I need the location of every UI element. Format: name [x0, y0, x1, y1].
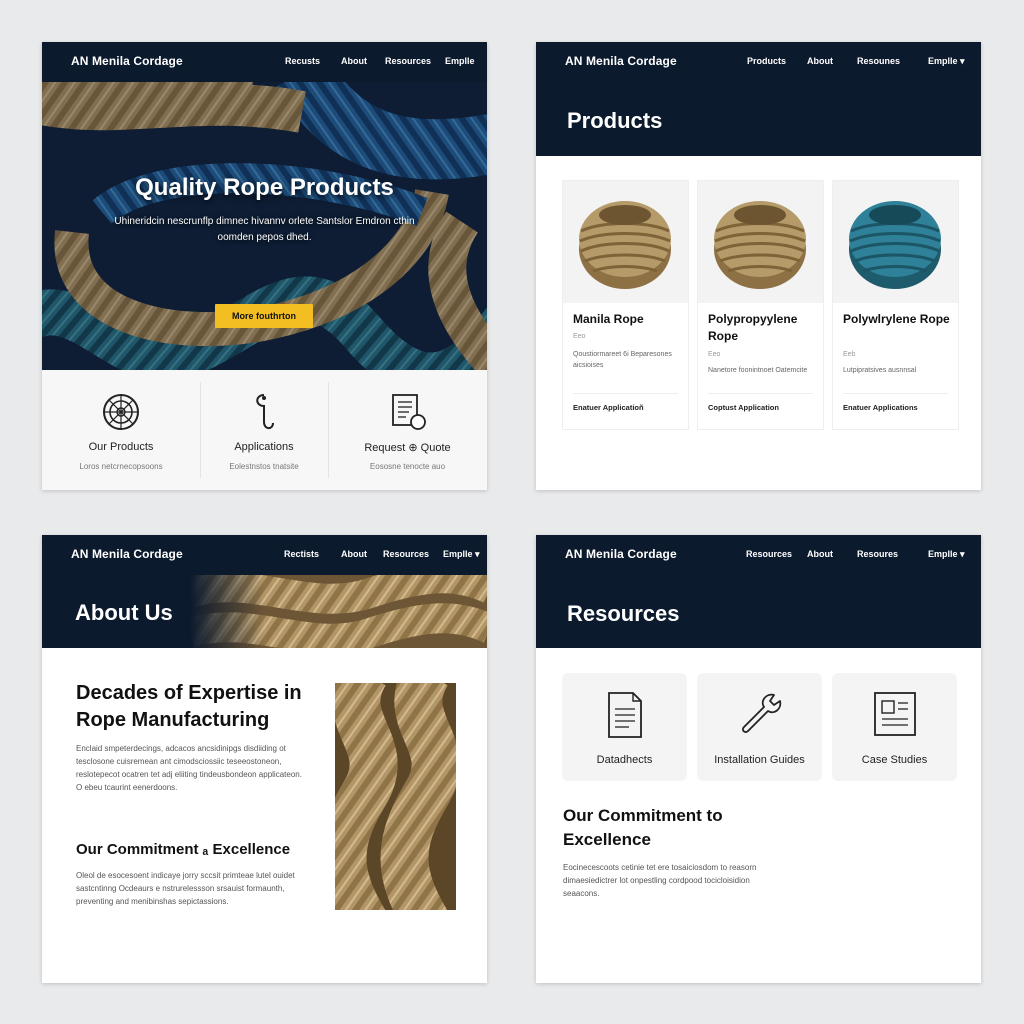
product-link[interactable]: Enatuer Applicatioñ — [573, 403, 644, 412]
feature-applications[interactable]: Applications Eolestnstos tnatsite — [200, 370, 328, 490]
document-icon — [388, 392, 428, 437]
product-description: Lutpipratsives ausnnsal — [843, 367, 917, 374]
top-nav: AN Menila Cordage Rectists About Resourc… — [42, 535, 487, 575]
brand-logo[interactable]: AN Menila Cordage — [565, 54, 677, 68]
resource-card-installation[interactable]: Installation Guides — [697, 673, 822, 781]
product-card-polypropylene[interactable]: Polypropyylene Rope Eeo Nanetore foonint… — [697, 180, 824, 430]
nav-link-products[interactable]: Resources — [746, 549, 792, 559]
rope-coil-image — [698, 181, 823, 303]
product-link[interactable]: Coptust Application — [708, 403, 779, 412]
nav-link-products[interactable]: Recusts — [285, 56, 320, 66]
feature-row: Our Products Loros netcrnecopsoons Appli… — [42, 370, 487, 490]
nav-link-resources[interactable]: Resources — [385, 56, 431, 66]
product-subtitle: Eeo — [708, 351, 721, 358]
rope-coil-icon — [101, 392, 141, 437]
top-nav: AN Menila Cordage Resources About Resour… — [536, 535, 981, 575]
product-subtitle: Eeb — [843, 351, 856, 358]
feature-our-products[interactable]: Our Products Loros netcrnecopsoons — [42, 370, 200, 490]
about-page: AN Menila Cordage Rectists About Resourc… — [42, 535, 487, 983]
section-body: Oleol de esocesoent indicaye jorry sccsi… — [76, 871, 295, 906]
section-heading: Decades of Expertise in Rope Manufacturi… — [76, 682, 302, 731]
feature-title: Applications — [234, 441, 294, 453]
product-subtitle: Eeo — [573, 333, 586, 340]
resource-title: Datadhects — [596, 754, 653, 766]
divider — [573, 393, 678, 394]
product-name: Manila Rope — [573, 312, 644, 326]
product-description: Qoustiormareet 6i Beparesones aicsioises — [573, 351, 672, 369]
divider — [843, 393, 948, 394]
feature-title: Our Products — [88, 441, 154, 453]
section-heading: Our Commitment to Excellence — [563, 806, 723, 849]
brand-logo[interactable]: AN Menila Cordage — [565, 547, 677, 561]
divider — [708, 393, 813, 394]
nav-link-employee[interactable]: Emplle ▾ — [928, 56, 965, 67]
hero-subtitle: Uhineridcin nescrunflp dimnec hivannv or… — [114, 216, 415, 243]
nav-link-employee[interactable]: Emplle — [445, 56, 475, 66]
product-description: Nanetore foonintnoet Oatemcite — [708, 367, 808, 374]
page-header: About Us — [42, 575, 487, 648]
section-heading: Our Commitment ₐ Excellence — [76, 841, 291, 858]
product-link[interactable]: Enatuer Applications — [843, 403, 918, 412]
nav-link-employee[interactable]: Emplle ▾ — [928, 549, 965, 560]
hero-title: Quality Rope Products — [135, 174, 394, 201]
feature-title: Request ⊕ Quote — [364, 442, 451, 454]
section-body: Enclaid smpeterdecings, adcacos ancsidin… — [76, 744, 302, 792]
datasheet-icon — [605, 691, 645, 744]
page-header: Products — [536, 82, 981, 156]
feature-desc: Eolestnstos tnatsite — [229, 462, 299, 471]
brand-logo[interactable]: AN Menila Cordage — [71, 54, 183, 68]
product-name: Polypropyylene Rope — [708, 312, 798, 343]
wrench-icon — [736, 691, 784, 744]
nav-link-about[interactable]: About — [341, 549, 367, 559]
home-page: AN Menila Cordage Recusts About Resource… — [42, 42, 487, 490]
nav-link-products[interactable]: Products — [747, 56, 786, 66]
product-card-manila[interactable]: Manila Rope Eeo Qoustiormareet 6i Bepare… — [562, 180, 689, 430]
nav-link-products[interactable]: Rectists — [284, 549, 319, 559]
section-body: Eocinecescoots cetinie tet ere tosaicios… — [563, 863, 757, 898]
nav-link-about[interactable]: About — [341, 56, 367, 66]
case-study-icon — [873, 691, 917, 742]
product-card-polyethylene[interactable]: Polywlrylene Rope Eeb Lutpipratsives aus… — [832, 180, 959, 430]
nav-link-employee[interactable]: Emplle ▾ — [443, 549, 480, 560]
top-nav: AN Menila Cordage Recusts About Resource… — [42, 42, 487, 82]
feature-request-quote[interactable]: Request ⊕ Quote Eososne tenocte auo — [328, 370, 487, 490]
nav-link-resources[interactable]: Resounes — [857, 56, 900, 66]
resources-page: AN Menila Cordage Resources About Resour… — [536, 535, 981, 983]
page-title: About Us — [75, 600, 173, 625]
resource-title: Installation Guides — [714, 754, 805, 766]
rope-closeup-image — [335, 683, 456, 910]
products-page: AN Menila Cordage Products About Resoune… — [536, 42, 981, 490]
rope-coil-image — [833, 181, 958, 303]
more-info-button[interactable]: More fouthrton — [215, 304, 313, 328]
nav-link-about[interactable]: About — [807, 549, 833, 559]
resource-card-case-studies[interactable]: Case Studies — [832, 673, 957, 781]
hero-section: Quality Rope Products Uhineridcin nescru… — [42, 82, 487, 370]
top-nav: AN Menila Cordage Products About Resoune… — [536, 42, 981, 82]
resource-card-datasheets[interactable]: Datadhects — [562, 673, 687, 781]
page-title: Resources — [567, 601, 680, 626]
rope-coil-image — [563, 181, 688, 303]
page-title: Products — [567, 108, 663, 133]
resource-title: Case Studies — [861, 754, 928, 766]
feature-desc: Loros netcrnecopsoons — [79, 462, 163, 471]
feature-desc: Eososne tenocte auo — [369, 462, 446, 471]
rope-header-image — [190, 575, 487, 648]
hook-icon — [249, 392, 279, 437]
nav-link-resources[interactable]: Resoures — [857, 549, 898, 559]
brand-logo[interactable]: AN Menila Cordage — [71, 547, 183, 561]
product-name: Polywlrylene Rope — [843, 312, 950, 326]
nav-link-resources[interactable]: Resources — [383, 549, 429, 559]
page-header: Resources — [536, 575, 981, 648]
nav-link-about[interactable]: About — [807, 56, 833, 66]
